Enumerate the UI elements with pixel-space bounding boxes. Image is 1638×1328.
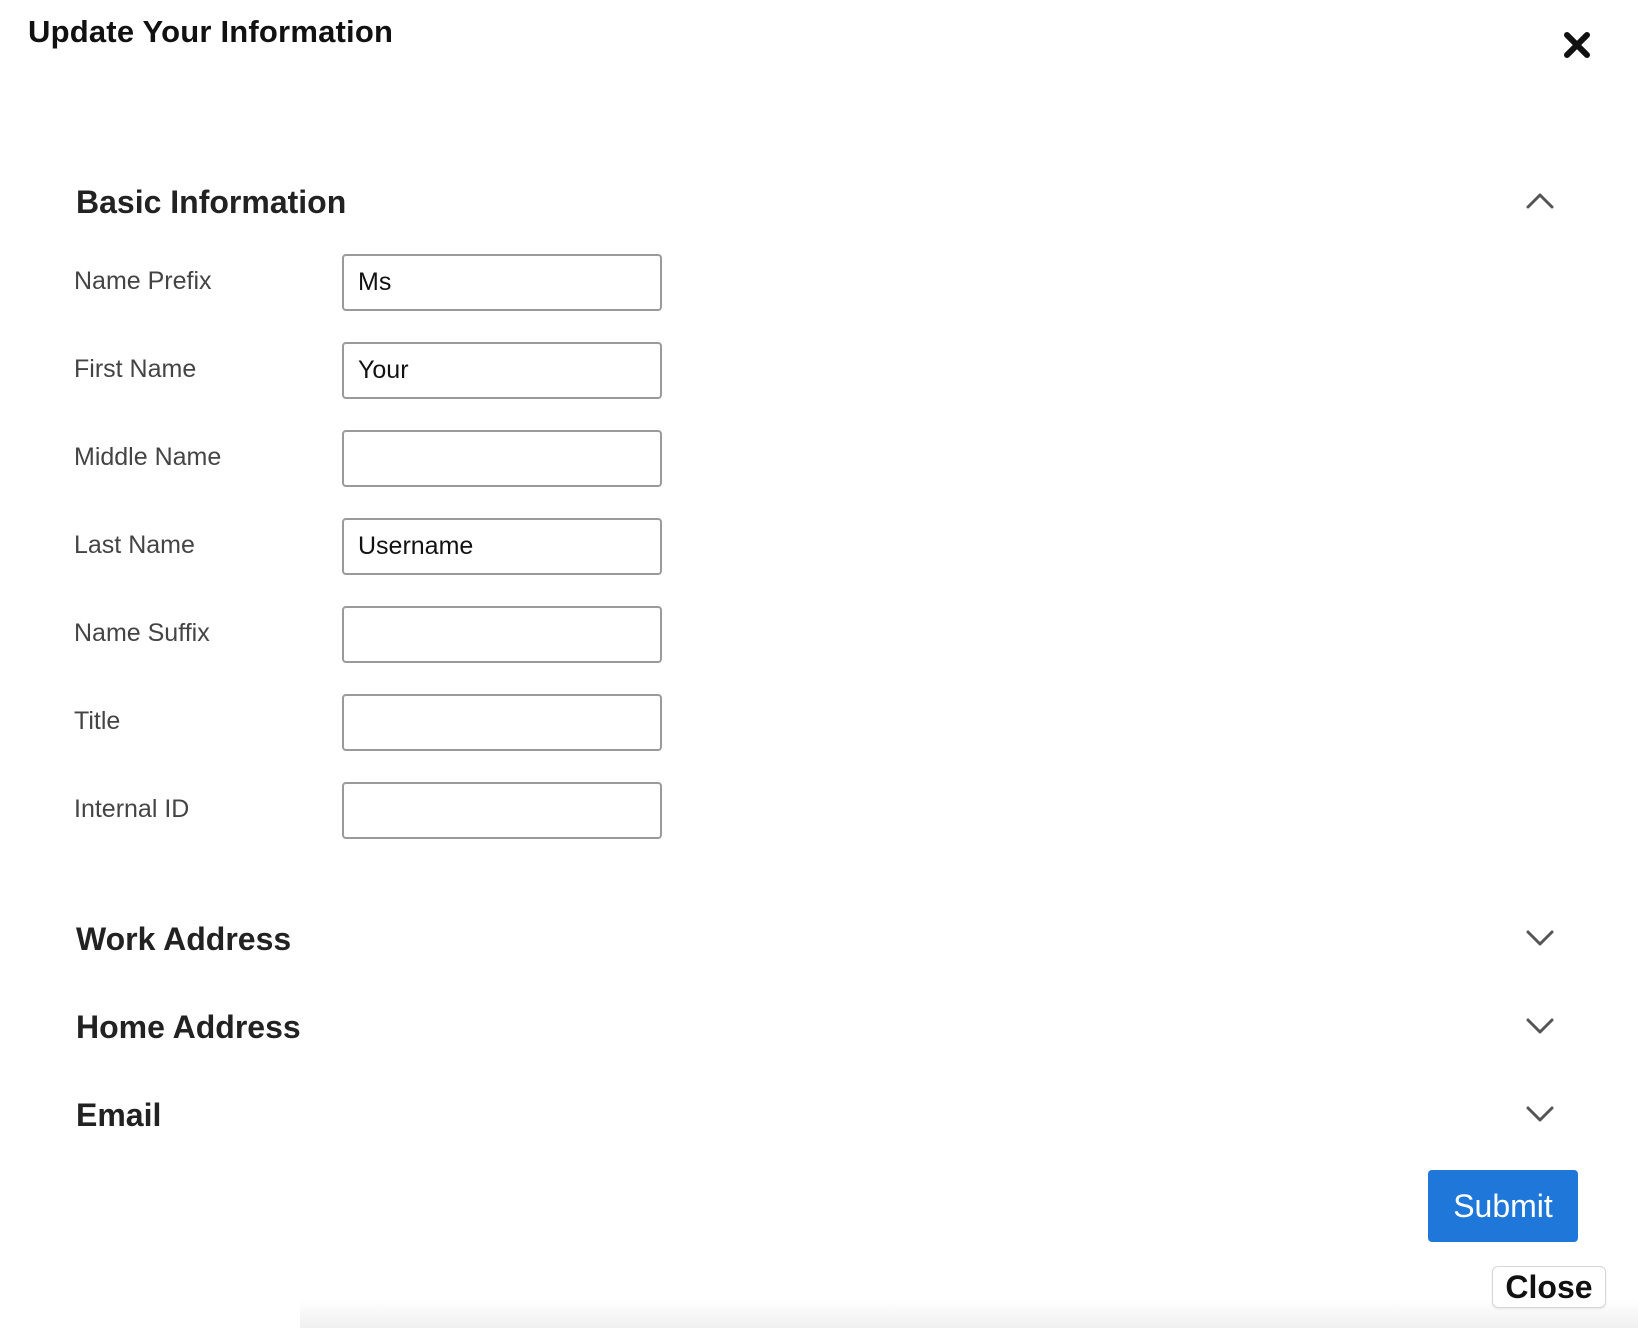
section-title-email: Email bbox=[76, 1097, 162, 1133]
dialog-title: Update Your Information bbox=[28, 14, 394, 49]
name-prefix-input[interactable] bbox=[342, 254, 662, 311]
section-title-work-address: Work Address bbox=[76, 921, 292, 957]
section-header-email[interactable]: Email bbox=[76, 1090, 1556, 1140]
internal-id-label: Internal ID bbox=[74, 795, 190, 823]
section-title-basic-information: Basic Information bbox=[76, 184, 347, 220]
middle-name-label: Middle Name bbox=[74, 443, 222, 471]
close-button[interactable]: Close bbox=[1492, 1266, 1606, 1308]
section-title-home-address: Home Address bbox=[76, 1009, 301, 1045]
last-name-label: Last Name bbox=[74, 531, 195, 559]
last-name-input[interactable] bbox=[342, 518, 662, 575]
name-suffix-label: Name Suffix bbox=[74, 619, 210, 647]
close-x-icon[interactable] bbox=[1560, 28, 1594, 62]
name-prefix-label: Name Prefix bbox=[74, 267, 212, 295]
bottom-shadow bbox=[300, 1300, 1638, 1328]
chevron-up-icon bbox=[1526, 193, 1554, 209]
chevron-down-icon bbox=[1526, 930, 1554, 946]
title-label: Title bbox=[74, 707, 121, 735]
middle-name-input[interactable] bbox=[342, 430, 662, 487]
internal-id-input[interactable] bbox=[342, 782, 662, 839]
chevron-down-icon bbox=[1526, 1018, 1554, 1034]
first-name-label: First Name bbox=[74, 355, 197, 383]
chevron-down-icon bbox=[1526, 1106, 1554, 1122]
section-header-work-address[interactable]: Work Address bbox=[76, 914, 1556, 964]
title-input[interactable] bbox=[342, 694, 662, 751]
section-header-basic-information[interactable]: Basic Information bbox=[76, 177, 1556, 227]
section-header-home-address[interactable]: Home Address bbox=[76, 1002, 1556, 1052]
submit-button[interactable]: Submit bbox=[1428, 1170, 1578, 1242]
name-suffix-input[interactable] bbox=[342, 606, 662, 663]
first-name-input[interactable] bbox=[342, 342, 662, 399]
